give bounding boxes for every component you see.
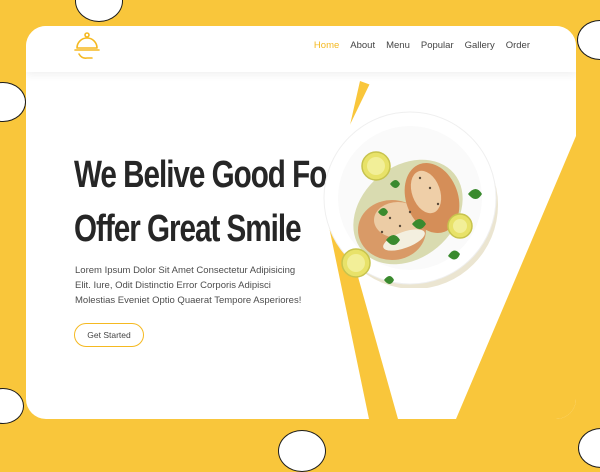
hero-title-line-2: Offer Great Smile xyxy=(74,208,302,250)
serving-cloche-icon[interactable] xyxy=(70,29,104,63)
hero-card: Home About Menu Popular Gallery Order We… xyxy=(26,26,576,419)
nav-menu[interactable]: Menu xyxy=(386,40,410,51)
hero-title: We Belive Good Food Offer Great Smile xyxy=(74,148,362,256)
main-nav: Home About Menu Popular Gallery Order xyxy=(314,40,530,51)
decor-blob xyxy=(75,0,123,22)
hero-description: Lorem Ipsum Dolor Sit Amet Consectetur A… xyxy=(75,265,302,306)
decor-blob xyxy=(0,82,26,122)
food-plate-image xyxy=(323,111,498,288)
site-header: Home About Menu Popular Gallery Order xyxy=(26,26,576,72)
decor-blob xyxy=(578,428,600,468)
nav-popular[interactable]: Popular xyxy=(421,40,454,51)
nav-gallery[interactable]: Gallery xyxy=(465,40,495,51)
decor-blob xyxy=(577,20,600,60)
nav-home[interactable]: Home xyxy=(314,40,339,51)
decor-blob xyxy=(278,430,326,472)
nav-about[interactable]: About xyxy=(350,40,375,51)
hero-title-line-1: We Belive Good Food xyxy=(74,154,362,196)
decor-blob xyxy=(0,388,24,424)
nav-order[interactable]: Order xyxy=(506,40,530,51)
get-started-button[interactable]: Get Started xyxy=(74,323,144,347)
